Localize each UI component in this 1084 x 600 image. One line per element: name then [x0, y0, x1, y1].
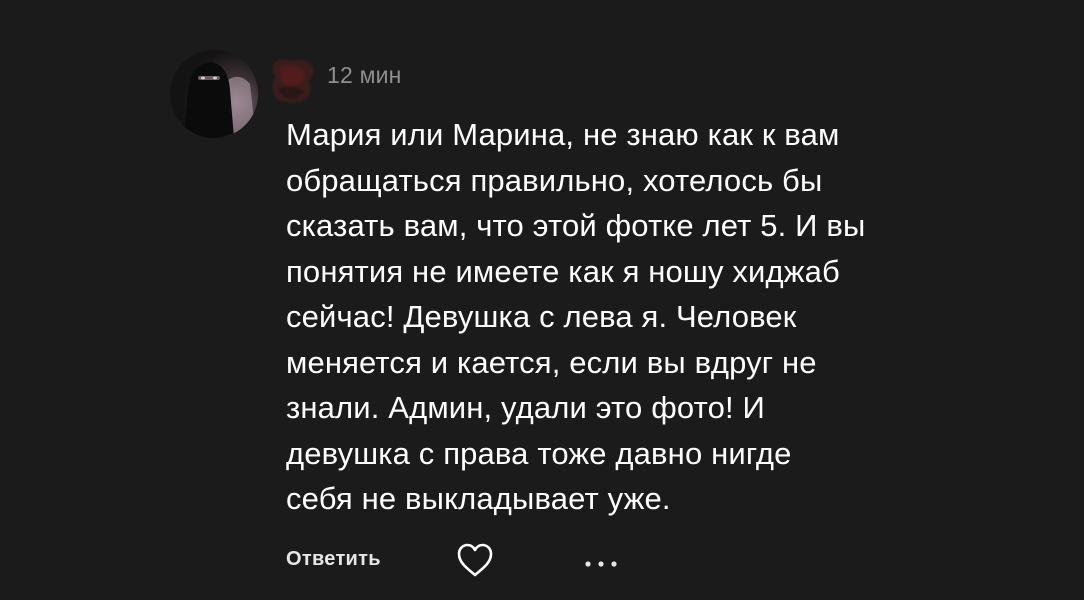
comment-text-line: меняется и кается, если вы вдруг не — [286, 344, 817, 380]
more-options-button[interactable] — [582, 556, 622, 567]
comment-timestamp: 12 мин — [327, 62, 402, 88]
avatar-photo — [170, 50, 258, 138]
avatar[interactable] — [170, 50, 258, 138]
comment-text-line: себя не выкладывает уже. — [286, 481, 671, 516]
more-dots-icon — [585, 561, 617, 567]
comment-text-line: сказать вам, что этой фотке лет 5. И вы — [286, 208, 866, 243]
comment-text-line: обращаться правильно, хотелось бы — [286, 162, 823, 198]
comment-text-line: знали. Админ, удали это фото! И — [286, 390, 765, 425]
heart-outline-icon — [457, 543, 493, 577]
comment-text-line: Мария или Марина, не знаю как к вам — [286, 117, 840, 152]
comment-screen: 12 мин Мария или Марина, не знаю как к в… — [0, 0, 1084, 600]
like-button[interactable] — [456, 542, 494, 578]
comment-text-line: девушка с права тоже давно нигде — [286, 435, 792, 471]
comment-text-line: сейчас! Девушка с лева я. Человек — [286, 299, 797, 334]
comment-actions: Ответить — [286, 538, 646, 584]
comment-text: Мария или Марина, не знаю как к вам обра… — [286, 112, 1026, 522]
comment-text-line: понятия не имеете как я ношу хиджаб — [286, 253, 840, 289]
username-redacted[interactable] — [268, 55, 318, 107]
reply-button[interactable]: Ответить — [286, 548, 381, 571]
